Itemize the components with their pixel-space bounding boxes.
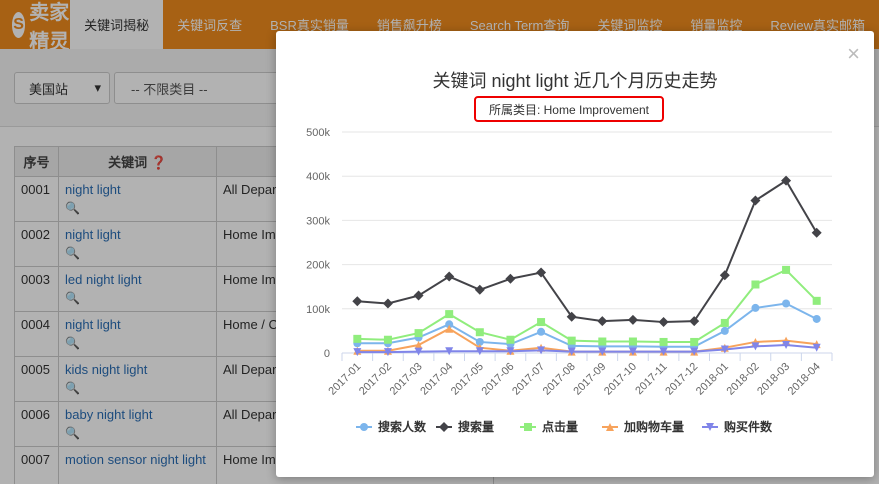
legend-item-0[interactable]: 搜索人数 bbox=[378, 419, 427, 434]
data-point bbox=[537, 327, 546, 336]
trend-modal: 0 100k 200k 300k 400k 500k 2017-01 2017-02 2017-… bbox=[276, 31, 874, 477]
legend-item-3[interactable]: 加购物车量 bbox=[623, 419, 684, 434]
data-point bbox=[353, 334, 362, 343]
data-point bbox=[782, 299, 791, 308]
data-point bbox=[628, 337, 637, 346]
data-point bbox=[627, 314, 638, 325]
data-point bbox=[597, 316, 608, 327]
x-tick-label: 2017-09 bbox=[571, 361, 608, 398]
data-point bbox=[812, 296, 821, 305]
data-point bbox=[474, 284, 485, 295]
data-point bbox=[811, 227, 822, 238]
x-tick-label: 2017-01 bbox=[326, 361, 363, 398]
x-tick-label: 2017-04 bbox=[418, 361, 455, 398]
legend-marker bbox=[439, 422, 449, 432]
x-tick-label: 2017-12 bbox=[663, 361, 700, 398]
chart-title: 关键词 night light 近几个月历史走势 bbox=[432, 71, 718, 91]
data-point bbox=[659, 337, 668, 346]
data-point bbox=[506, 335, 515, 344]
data-point bbox=[751, 280, 760, 289]
data-point bbox=[690, 337, 699, 346]
data-point bbox=[750, 195, 761, 206]
series-line-1 bbox=[357, 179, 818, 324]
data-point bbox=[658, 317, 669, 328]
x-tick-label: 2018-04 bbox=[786, 361, 823, 398]
data-point bbox=[567, 336, 576, 345]
data-point bbox=[505, 273, 516, 284]
data-point bbox=[720, 326, 729, 335]
y-tick-label: 300k bbox=[306, 215, 330, 227]
data-point bbox=[445, 310, 454, 319]
x-tick-label: 2018-03 bbox=[755, 361, 792, 398]
data-point bbox=[383, 335, 392, 344]
data-point bbox=[812, 314, 821, 323]
data-point bbox=[444, 271, 455, 282]
x-tick-label: 2017-03 bbox=[388, 361, 425, 398]
x-tick-label: 2017-06 bbox=[480, 361, 517, 398]
y-tick-label: 200k bbox=[306, 260, 330, 272]
data-point bbox=[720, 318, 729, 327]
data-point bbox=[537, 318, 546, 327]
legend-item-1[interactable]: 搜索量 bbox=[458, 419, 494, 434]
x-tick-label: 2017-02 bbox=[357, 361, 394, 398]
x-tick-label: 2018-01 bbox=[694, 361, 731, 398]
close-icon[interactable]: × bbox=[847, 41, 860, 67]
data-point bbox=[414, 329, 423, 338]
data-point bbox=[382, 298, 393, 309]
legend-item-2[interactable]: 点击量 bbox=[542, 419, 578, 434]
legend-marker bbox=[524, 423, 532, 431]
data-point bbox=[475, 328, 484, 337]
data-point bbox=[751, 303, 760, 312]
x-tick-label: 2017-07 bbox=[510, 361, 547, 398]
data-point bbox=[598, 337, 607, 346]
x-tick-label: 2017-08 bbox=[541, 361, 578, 398]
series-line-2 bbox=[357, 268, 818, 343]
data-point bbox=[352, 296, 363, 307]
y-tick-label: 100k bbox=[306, 304, 330, 316]
legend-marker bbox=[360, 423, 368, 431]
chart-subtitle: 所属类目: Home Improvement bbox=[474, 96, 664, 122]
y-tick-label: 500k bbox=[306, 127, 330, 139]
y-tick-label: 0 bbox=[324, 348, 330, 360]
x-tick-label: 2017-05 bbox=[449, 361, 486, 398]
y-tick-label: 400k bbox=[306, 171, 330, 183]
data-point bbox=[781, 175, 792, 186]
data-point bbox=[413, 290, 424, 301]
data-point bbox=[782, 265, 791, 274]
x-tick-label: 2017-11 bbox=[633, 361, 669, 397]
x-tick-label: 2017-10 bbox=[602, 361, 639, 398]
legend-item-4[interactable]: 购买件数 bbox=[724, 419, 773, 434]
x-tick-label: 2018-02 bbox=[725, 361, 762, 398]
